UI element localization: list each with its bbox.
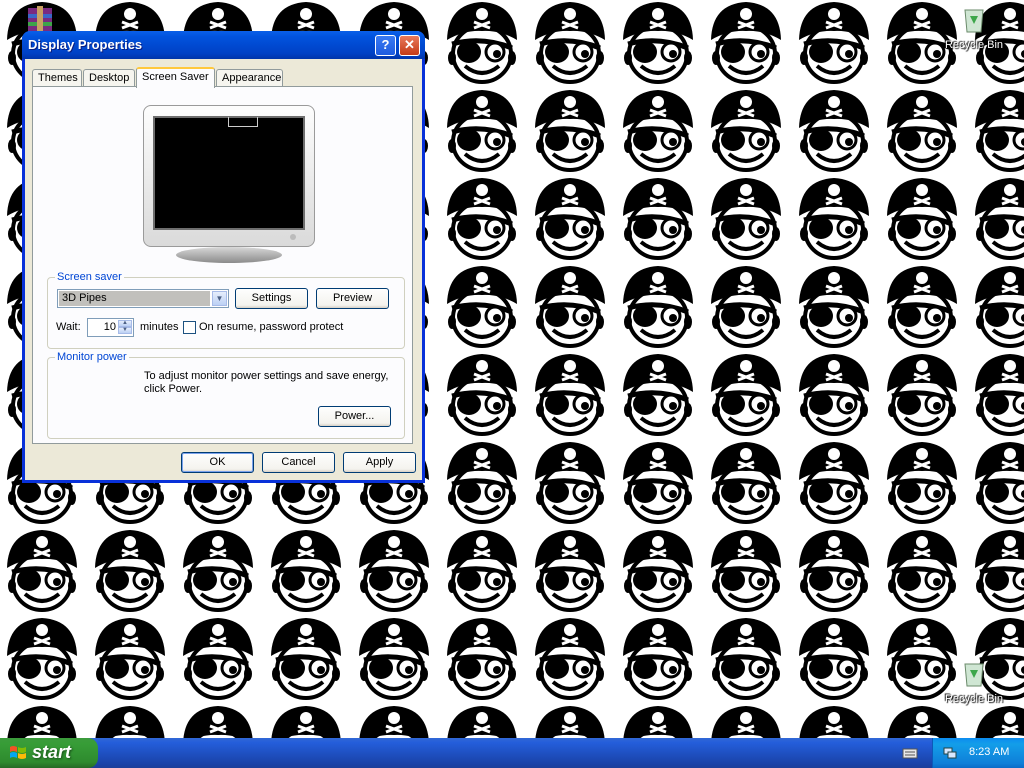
recycle-bin-desktop-icon[interactable]: Recycle Bin <box>938 2 1010 51</box>
monitor-preview <box>138 105 318 265</box>
wait-value: 10 <box>103 321 116 333</box>
monitor-power-description-line1: To adjust monitor power settings and sav… <box>144 370 389 382</box>
screen-saver-legend: Screen saver <box>55 271 124 283</box>
screen-saver-selected-value: 3D Pipes <box>59 291 210 306</box>
chevron-down-icon[interactable]: ▼ <box>212 291 227 306</box>
tab-screen-saver[interactable]: Screen Saver <box>136 67 215 88</box>
system-tray: 8:23 AM <box>932 738 1024 768</box>
stepper-arrows[interactable]: ▲ ▼ <box>118 320 132 335</box>
settings-button[interactable]: Settings <box>235 288 308 309</box>
recycle-bin-icon <box>964 9 984 33</box>
clock[interactable]: 8:23 AM <box>969 746 1009 758</box>
keyboard-icon[interactable] <box>902 746 918 760</box>
monitor-power-group: Monitor power To adjust monitor power se… <box>47 351 405 439</box>
minutes-label: minutes <box>140 321 179 333</box>
wait-minutes-stepper[interactable]: 10 ▲ ▼ <box>87 318 134 337</box>
windows-flag-icon <box>10 746 26 759</box>
start-button[interactable]: start <box>0 738 98 768</box>
network-icon[interactable] <box>943 746 957 760</box>
display-properties-window: Display Properties ? ✕ Themes Desktop Sc… <box>22 31 425 483</box>
arrow-up-icon[interactable]: ▲ <box>118 320 132 327</box>
apply-button[interactable]: Apply <box>343 452 416 473</box>
monitor-notch <box>228 117 258 127</box>
help-button[interactable]: ? <box>375 35 396 56</box>
recycle-bin-desktop-icon-2[interactable]: Recycle Bin <box>938 656 1010 705</box>
ok-button[interactable]: OK <box>181 452 254 473</box>
title-bar[interactable]: Display Properties ? ✕ <box>22 31 425 59</box>
arrow-down-icon[interactable]: ▼ <box>118 327 132 334</box>
power-led-icon <box>290 234 296 240</box>
screen-saver-group: Screen saver 3D Pipes ▼ Settings Preview… <box>47 271 405 349</box>
monitor-stand <box>176 247 282 263</box>
recycle-bin-icon <box>964 663 984 687</box>
recycle-bin-label: Recycle Bin <box>944 693 1004 705</box>
window-title: Display Properties <box>28 37 143 52</box>
wait-label: Wait: <box>56 321 81 333</box>
preview-button[interactable]: Preview <box>316 288 389 309</box>
password-protect-label[interactable]: On resume, password protect <box>199 321 343 333</box>
cancel-button[interactable]: Cancel <box>262 452 335 473</box>
taskbar: start 8:23 AM <box>0 738 1024 768</box>
monitor-screen <box>153 116 305 230</box>
monitor-bezel <box>143 105 315 247</box>
tab-themes[interactable]: Themes <box>32 69 82 87</box>
screen-saver-panel: Screen saver 3D Pipes ▼ Settings Preview… <box>32 86 413 444</box>
monitor-power-description-line2: click Power. <box>144 383 203 395</box>
password-protect-checkbox[interactable] <box>183 321 196 334</box>
monitor-power-legend: Monitor power <box>55 351 129 363</box>
tab-appearance[interactable]: Appearance <box>216 69 283 87</box>
start-label: start <box>32 742 72 762</box>
tab-desktop[interactable]: Desktop <box>83 69 135 87</box>
recycle-bin-label: Recycle Bin <box>944 39 1004 51</box>
power-button[interactable]: Power... <box>318 406 391 427</box>
screen-saver-select[interactable]: 3D Pipes ▼ <box>57 289 229 308</box>
close-button[interactable]: ✕ <box>399 35 420 56</box>
